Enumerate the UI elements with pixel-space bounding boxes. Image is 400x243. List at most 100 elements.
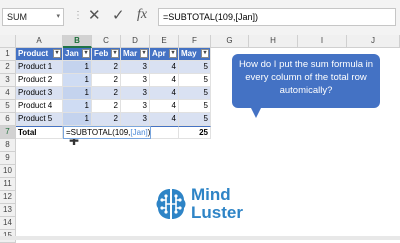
table-header-product[interactable]: Product ▾ [16, 48, 63, 61]
sheet-row-12: 12 [0, 191, 16, 204]
sheet-row-8: 8 [0, 139, 16, 152]
table-cell[interactable]: 4 [150, 100, 179, 113]
table-cell[interactable]: Product 1 [16, 61, 63, 74]
column-header-g[interactable]: G [211, 35, 249, 48]
table-cell[interactable] [151, 126, 179, 139]
filter-dropdown-icon[interactable]: ▾ [82, 49, 90, 58]
filter-dropdown-icon[interactable]: ▾ [169, 49, 177, 58]
row-header[interactable]: 7 [0, 126, 16, 139]
column-header-b[interactable]: B [63, 35, 92, 48]
table-header-feb[interactable]: Feb ▾ [92, 48, 121, 61]
table-cell[interactable]: 3 [121, 113, 150, 126]
sheet-row-14: 14 [0, 217, 16, 230]
chevron-down-icon[interactable]: ▾ [56, 9, 60, 25]
column-header-h[interactable]: H [249, 35, 298, 48]
table-cell[interactable]: 2 [92, 100, 121, 113]
name-box[interactable]: SUM ▾ [2, 8, 64, 26]
callout-tail [250, 106, 262, 118]
table-cell[interactable]: 1 [63, 74, 92, 87]
table-cell[interactable]: 5 [179, 61, 211, 74]
table-header-apr[interactable]: Apr ▾ [150, 48, 179, 61]
row-header[interactable]: 3 [0, 74, 16, 87]
filter-dropdown-icon[interactable]: ▾ [201, 49, 209, 58]
table-cell[interactable]: Product 3 [16, 87, 63, 100]
row-header[interactable]: 1 [0, 48, 16, 61]
column-header-row: A B C D E F G H I J [0, 35, 400, 48]
table-cell[interactable]: 3 [121, 74, 150, 87]
total-formula-cell[interactable]: =SUBTOTAL(109,[Jan]) [63, 126, 151, 139]
table-cell[interactable]: 4 [150, 61, 179, 74]
enter-icon[interactable]: ✓ [112, 6, 125, 24]
formula-input[interactable]: =SUBTOTAL(109,[Jan]) [158, 8, 396, 26]
table-cell[interactable]: 1 [63, 61, 92, 74]
table-cell[interactable]: 1 [63, 113, 92, 126]
sheet-row-11: 11 [0, 178, 16, 191]
row-header[interactable]: 14 [0, 217, 16, 230]
row-header[interactable]: 8 [0, 139, 16, 152]
filter-dropdown-icon[interactable]: ▾ [111, 49, 119, 58]
name-box-value: SUM [7, 12, 27, 22]
brain-icon [156, 189, 186, 219]
cancel-icon[interactable]: ✕ [88, 6, 101, 24]
table-cell[interactable]: 5 [179, 113, 211, 126]
header-text: Jan [65, 49, 79, 58]
row-header[interactable]: 12 [0, 191, 16, 204]
total-label-cell[interactable]: Total [16, 126, 63, 139]
question-callout: How do I put the sum formula in every co… [232, 54, 380, 108]
filter-dropdown-icon[interactable]: ▾ [53, 49, 61, 58]
table-cell[interactable]: 5 [179, 100, 211, 113]
table-cell[interactable]: 3 [121, 100, 150, 113]
insert-function-icon[interactable]: fx [137, 7, 147, 23]
table-cell[interactable]: 1 [63, 100, 92, 113]
drag-handle-icon[interactable]: ⋮ [73, 10, 84, 21]
table-header-mar[interactable]: Mar ▾ [121, 48, 150, 61]
table-cell[interactable]: 2 [92, 74, 121, 87]
table-cell[interactable]: 2 [92, 87, 121, 100]
table-cell[interactable]: 2 [92, 113, 121, 126]
header-text: May [181, 49, 197, 58]
table-cell[interactable]: 5 [179, 87, 211, 100]
table-header-may[interactable]: May ▾ [179, 48, 211, 61]
column-header-d[interactable]: D [121, 35, 150, 48]
column-header-e[interactable]: E [150, 35, 179, 48]
filter-dropdown-icon[interactable]: ▾ [140, 49, 148, 58]
table-cell[interactable]: Product 4 [16, 100, 63, 113]
table-cell[interactable]: Product 5 [16, 113, 63, 126]
header-text: Feb [94, 49, 109, 58]
bottom-divider [0, 236, 400, 240]
row-header[interactable]: 13 [0, 204, 16, 217]
sheet-row-13: 13 [0, 204, 16, 217]
total-may-cell[interactable]: 25 [179, 126, 211, 139]
row-header[interactable]: 2 [0, 61, 16, 74]
row-header[interactable]: 11 [0, 178, 16, 191]
table-cell[interactable]: 2 [92, 61, 121, 74]
table-cell[interactable]: 4 [150, 87, 179, 100]
row-header[interactable]: 5 [0, 100, 16, 113]
row-header[interactable]: 4 [0, 87, 16, 100]
formula-text: ) [147, 128, 151, 137]
column-header-a[interactable]: A [16, 35, 63, 48]
table-cell[interactable]: 4 [150, 113, 179, 126]
table-header-jan[interactable]: Jan ▾ [63, 48, 92, 61]
header-text: Apr [152, 49, 166, 58]
column-header-i[interactable]: I [298, 35, 347, 48]
formula-reference: [Jan] [130, 128, 148, 137]
table-cell[interactable]: 5 [179, 74, 211, 87]
formula-bar: SUM ▾ ⋮ ✕ ✓ fx =SUBTOTAL(109,[Jan]) [0, 0, 400, 36]
row-header[interactable]: 6 [0, 113, 16, 126]
logo-text-line2: Luster [191, 203, 243, 222]
row-header[interactable]: 10 [0, 165, 16, 178]
column-header-f[interactable]: F [179, 35, 211, 48]
select-all-corner[interactable] [0, 35, 16, 48]
sheet-row-10: 10 [0, 165, 16, 178]
table-cell[interactable]: 3 [121, 87, 150, 100]
table-cell[interactable]: Product 2 [16, 74, 63, 87]
table-cell[interactable]: 1 [63, 87, 92, 100]
column-header-j[interactable]: J [347, 35, 400, 48]
sheet-row-9: 9 [0, 152, 16, 165]
table-cell[interactable]: 3 [121, 61, 150, 74]
row-header[interactable]: 9 [0, 152, 16, 165]
logo-text-line1: Mind [191, 185, 231, 204]
table-cell[interactable]: 4 [150, 74, 179, 87]
column-header-c[interactable]: C [92, 35, 121, 48]
